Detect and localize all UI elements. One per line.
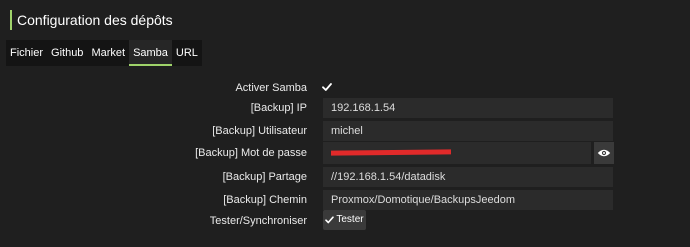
tabs-bar: Fichier Github Market Samba URL bbox=[6, 40, 202, 66]
tester-button[interactable]: Tester bbox=[323, 210, 366, 230]
tab-market[interactable]: Market bbox=[87, 40, 129, 66]
page-title: Configuration des dépôts bbox=[10, 10, 173, 30]
tab-samba[interactable]: Samba bbox=[129, 40, 172, 66]
ip-input[interactable]: 192.168.1.54 bbox=[323, 98, 613, 118]
utilisateur-input[interactable]: michel bbox=[323, 121, 613, 141]
partage-label: [Backup] Partage bbox=[222, 171, 307, 183]
activer-samba-checkbox[interactable] bbox=[322, 82, 332, 92]
eye-icon bbox=[597, 149, 611, 157]
mot-de-passe-input[interactable] bbox=[323, 142, 591, 164]
tab-github[interactable]: Github bbox=[47, 40, 87, 66]
mot-de-passe-label: [Backup] Mot de passe bbox=[195, 147, 307, 159]
tester-button-label: Tester bbox=[336, 214, 364, 225]
partage-input[interactable]: //192.168.1.54/datadisk bbox=[323, 167, 613, 187]
utilisateur-label: [Backup] Utilisateur bbox=[212, 125, 307, 137]
tab-fichier[interactable]: Fichier bbox=[6, 40, 47, 66]
chemin-input[interactable]: Proxmox/Domotique/BackupsJeedom bbox=[323, 190, 613, 210]
redaction-mark bbox=[330, 149, 452, 156]
tab-url[interactable]: URL bbox=[172, 40, 202, 66]
check-icon bbox=[325, 216, 335, 224]
chemin-label: [Backup] Chemin bbox=[223, 194, 307, 206]
tester-label: Tester/Synchroniser bbox=[209, 215, 307, 227]
show-password-button[interactable] bbox=[594, 142, 614, 164]
activer-samba-label: Activer Samba bbox=[235, 82, 307, 94]
ip-label: [Backup] IP bbox=[250, 102, 307, 114]
